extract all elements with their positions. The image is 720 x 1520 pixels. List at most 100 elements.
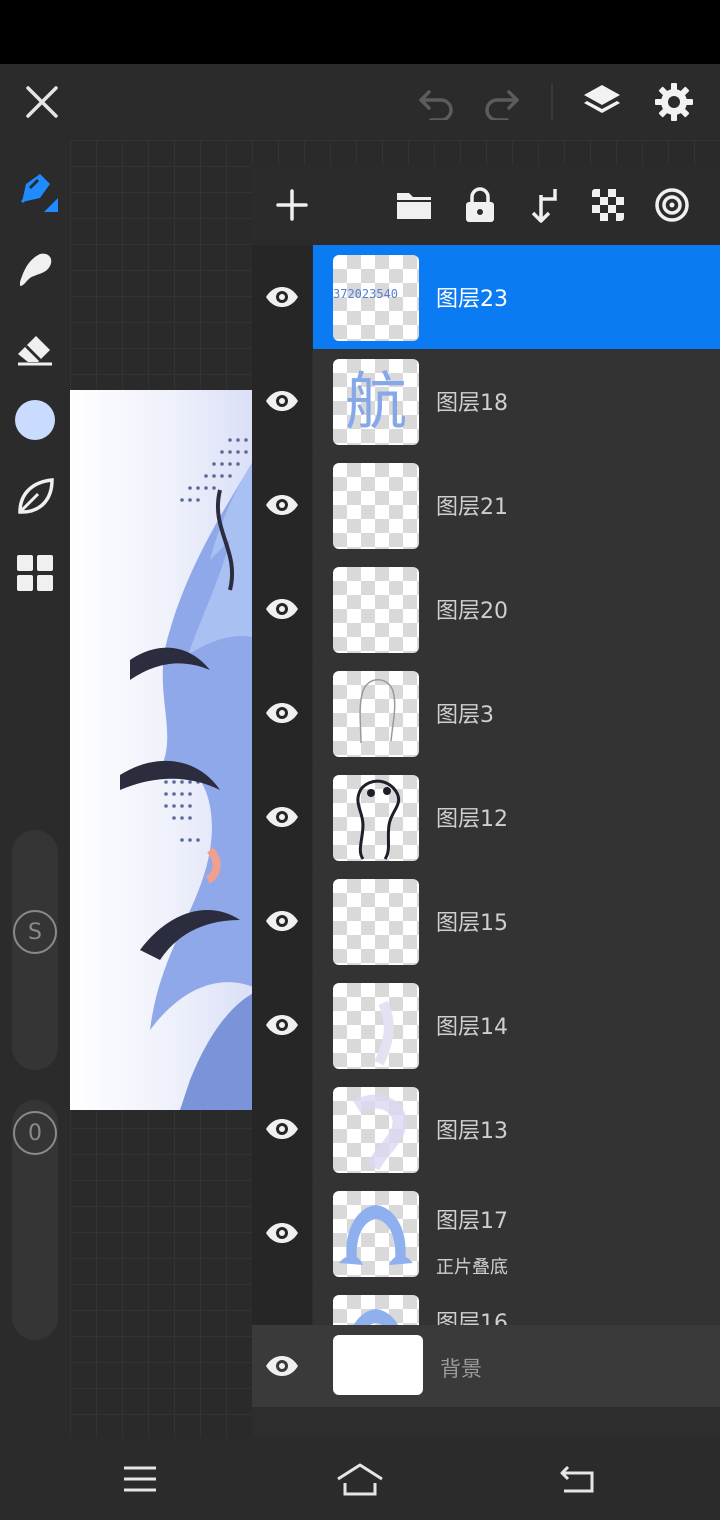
visibility-toggle[interactable]: [252, 1077, 312, 1181]
background-thumbnail[interactable]: [333, 1335, 423, 1395]
eye-icon: [266, 703, 298, 723]
layer-main[interactable]: 图层20: [313, 557, 720, 661]
layer-row[interactable]: 372023540 图层23: [252, 245, 720, 349]
size-slider-label: S: [13, 910, 57, 954]
opacity-slider-label: 0: [13, 1111, 57, 1155]
layer-name: 图层13: [436, 1119, 508, 1144]
grid-icon[interactable]: [0, 538, 70, 608]
layer-row[interactable]: 图层20: [252, 557, 720, 661]
layers-panel-header: [252, 165, 720, 245]
eye-icon: [266, 495, 298, 515]
lock-icon[interactable]: [456, 181, 504, 229]
eye-icon: [266, 911, 298, 931]
visibility-toggle[interactable]: [252, 869, 312, 973]
layer-main[interactable]: 图层14: [313, 973, 720, 1077]
eye-icon: [266, 599, 298, 619]
target-icon[interactable]: [648, 181, 696, 229]
artwork-canvas[interactable]: [70, 390, 260, 1110]
layer-main[interactable]: 图层13: [313, 1077, 720, 1181]
layer-main[interactable]: 372023540 图层23: [313, 245, 720, 349]
layer-row[interactable]: 图层14: [252, 973, 720, 1077]
layer-list[interactable]: 372023540 图层23 航 图层18 图层21 图层20 图层3 图层12…: [252, 245, 720, 1325]
layer-thumbnail: [333, 567, 419, 653]
layer-thumbnail: [333, 463, 419, 549]
color-swatch[interactable]: [0, 385, 70, 455]
thumbnail-text: 372023540: [333, 287, 399, 301]
back-icon[interactable]: [548, 1452, 608, 1506]
layer-thumbnail: 航: [333, 359, 419, 445]
merge-down-icon[interactable]: [520, 181, 568, 229]
layer-row[interactable]: 图层12: [252, 765, 720, 869]
add-icon[interactable]: [268, 181, 316, 229]
visibility-toggle[interactable]: [252, 349, 312, 453]
eye-icon: [266, 1223, 298, 1243]
layer-name: 图层12: [436, 807, 508, 832]
transparency-icon[interactable]: [584, 181, 632, 229]
top-toolbar: [0, 64, 720, 140]
layer-row[interactable]: 图层21: [252, 453, 720, 557]
visibility-toggle[interactable]: [252, 1285, 312, 1325]
background-layer-name: 背景: [440, 1357, 482, 1381]
layer-name: 图层20: [436, 599, 508, 624]
layer-row[interactable]: 图层3: [252, 661, 720, 765]
layer-row[interactable]: 航 图层18: [252, 349, 720, 453]
layers-icon[interactable]: [578, 78, 626, 126]
visibility-toggle[interactable]: [252, 1325, 312, 1407]
layer-main[interactable]: 图层16: [313, 1285, 720, 1325]
home-icon[interactable]: [330, 1452, 390, 1506]
layer-thumbnail: 372023540: [333, 255, 419, 341]
eye-icon: [266, 391, 298, 411]
layer-main[interactable]: 图层3: [313, 661, 720, 765]
layer-thumbnail: [333, 879, 419, 965]
pen-icon[interactable]: [0, 154, 70, 224]
divider: [551, 84, 553, 120]
layer-row[interactable]: 图层13: [252, 1077, 720, 1181]
layer-thumbnail: [333, 671, 419, 757]
visibility-toggle[interactable]: [252, 245, 312, 349]
layer-row[interactable]: 图层15: [252, 869, 720, 973]
layer-name: 图层15: [436, 911, 508, 936]
eye-icon: [266, 1015, 298, 1035]
layer-main[interactable]: 图层17 正片叠底: [313, 1181, 720, 1285]
visibility-toggle[interactable]: [252, 1181, 312, 1285]
layer-thumbnail: [333, 1191, 419, 1277]
layer-name: 图层3: [436, 703, 494, 728]
undo-icon[interactable]: [412, 82, 462, 126]
layer-name: 图层17: [436, 1209, 508, 1234]
visibility-toggle[interactable]: [252, 765, 312, 869]
layer-name: 图层21: [436, 495, 508, 520]
redo-icon[interactable]: [476, 82, 526, 126]
layer-main[interactable]: 图层21: [313, 453, 720, 557]
folder-icon[interactable]: [390, 181, 438, 229]
eye-icon: [266, 287, 298, 307]
menu-icon[interactable]: [110, 1452, 170, 1506]
eye-icon: [266, 807, 298, 827]
visibility-toggle[interactable]: [252, 453, 312, 557]
layer-thumbnail: [333, 1295, 419, 1325]
smudge-icon[interactable]: [0, 234, 70, 304]
thumbnail-text: 航: [344, 365, 407, 438]
layer-row[interactable]: 图层17 正片叠底: [252, 1181, 720, 1285]
blend-mode-label: 正片叠底: [436, 1257, 508, 1278]
background-layer-row[interactable]: 背景: [252, 1325, 720, 1407]
layer-name: 图层14: [436, 1015, 508, 1040]
layer-thumbnail: [333, 775, 419, 861]
layer-name: 图层23: [436, 287, 508, 312]
leaf-icon[interactable]: [0, 462, 70, 532]
layer-name: 图层18: [436, 391, 508, 416]
visibility-toggle[interactable]: [252, 557, 312, 661]
layer-main[interactable]: 航 图层18: [313, 349, 720, 453]
eye-icon: [266, 1119, 298, 1139]
visibility-toggle[interactable]: [252, 973, 312, 1077]
layer-main[interactable]: 图层12: [313, 765, 720, 869]
eye-icon: [266, 1356, 298, 1376]
layer-thumbnail: [333, 983, 419, 1069]
eraser-icon[interactable]: [0, 312, 70, 382]
close-icon[interactable]: [20, 80, 64, 124]
system-nav-bar: [0, 1438, 720, 1520]
layer-row[interactable]: 图层16: [252, 1285, 720, 1325]
visibility-toggle[interactable]: [252, 661, 312, 765]
gear-icon[interactable]: [650, 78, 698, 126]
layer-main[interactable]: 图层15: [313, 869, 720, 973]
layer-name: 图层16: [436, 1311, 508, 1325]
